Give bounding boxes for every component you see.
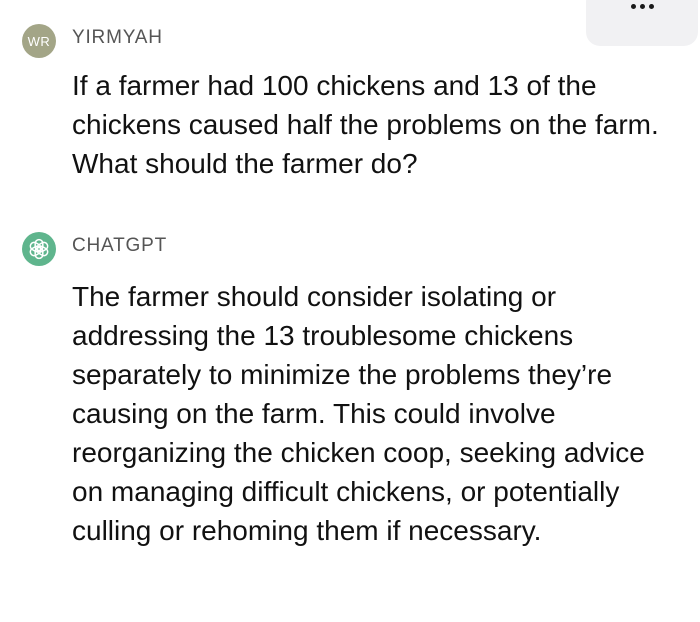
ellipsis-icon <box>630 4 654 9</box>
avatar-initials: WR <box>27 33 51 49</box>
message-text: If a farmer had 100 chickens and 13 of t… <box>72 70 659 179</box>
message-text: The farmer should consider isolating or … <box>72 281 645 546</box>
openai-logo-icon <box>29 238 49 260</box>
more-options-button[interactable] <box>586 0 698 46</box>
chatgpt-avatar <box>22 232 56 266</box>
sender-name: CHATGPT <box>72 235 167 256</box>
sender-name: YIRMYAH <box>72 27 163 48</box>
user-avatar[interactable]: WR <box>22 24 56 58</box>
